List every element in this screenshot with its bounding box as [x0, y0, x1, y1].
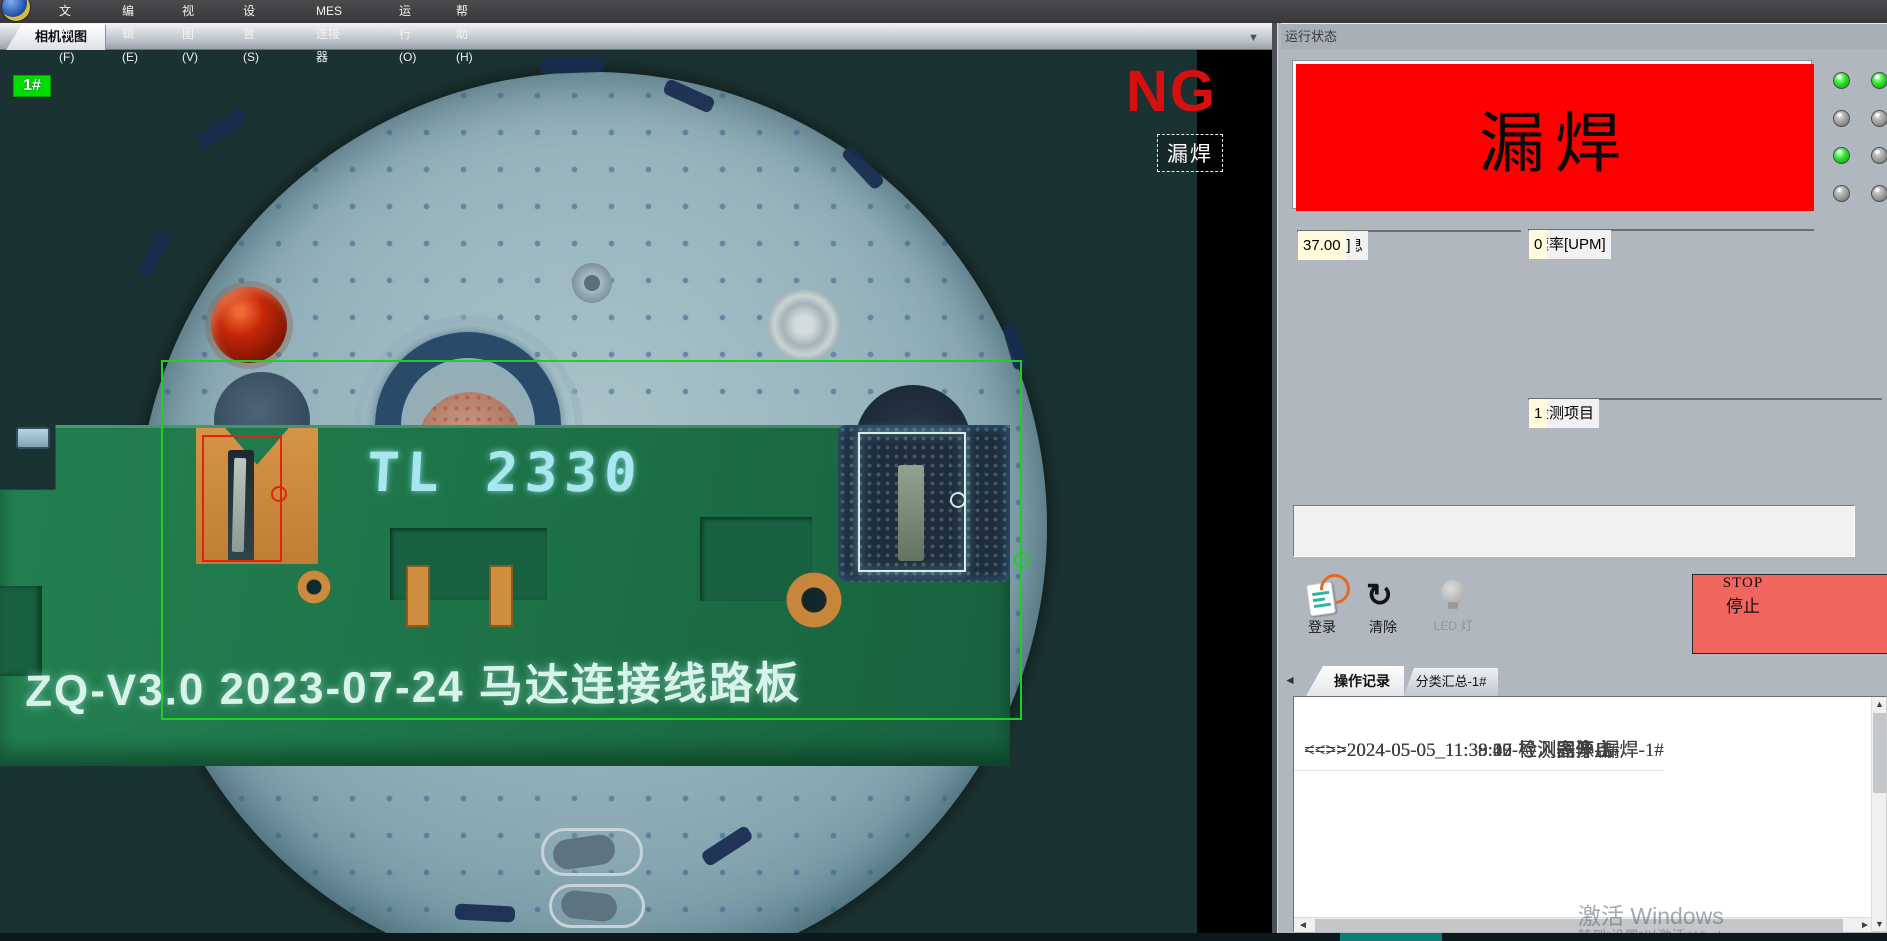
status-panel-title: 运行状态: [1281, 23, 1887, 49]
edge-component: [16, 427, 50, 449]
roi-handle: [1014, 552, 1030, 568]
scrollbar-thumb[interactable]: [1873, 713, 1886, 793]
alarm-text: 漏焊: [1296, 64, 1814, 211]
roi-handle: [271, 486, 287, 502]
menu-item-5[interactable]: MES连接器: [312, 0, 346, 69]
camera-id-badge: 1#: [13, 75, 51, 97]
status-led-on: [1833, 147, 1850, 164]
led-button[interactable]: LED 灯: [1423, 617, 1483, 634]
application-window: 文件(F)编辑(E)视图(V)设置(S)MES连接器运行(O)帮助(H) 相机视…: [0, 0, 1887, 941]
tab-scroll-left-icon[interactable]: ◄: [1284, 673, 1296, 687]
camera-viewport-margin: [1197, 50, 1272, 941]
scroll-down-icon[interactable]: ▼: [1875, 919, 1884, 929]
solder-blob: [211, 287, 287, 363]
taskbar-accent: [1340, 933, 1442, 941]
tab-operation-log[interactable]: 操作记录: [1306, 666, 1404, 696]
stop-button-label-en: STOP: [1693, 575, 1793, 592]
led-lamp-icon[interactable]: [1441, 580, 1465, 604]
defect-tag: 漏焊: [1157, 134, 1223, 172]
menu-item-4[interactable]: 设置(S): [239, 0, 263, 69]
chevron-down-icon[interactable]: ▼: [1248, 32, 1259, 44]
result-text: NG: [1126, 58, 1217, 125]
menu-item-1[interactable]: 文件(F): [55, 0, 78, 69]
status-panel: 运行状态 漏焊 生产信息值[%]1#[NG]3737.00 总数100良品636…: [1278, 23, 1887, 933]
login-button[interactable]: 登录: [1292, 617, 1352, 637]
taskbar-sliver: [0, 933, 1887, 941]
tab-summary[interactable]: 分类汇总-1#: [1404, 668, 1498, 696]
rim-notch: [540, 56, 605, 74]
message-box[interactable]: [1293, 505, 1855, 557]
menu-item-6[interactable]: 运行(O): [395, 0, 420, 69]
scroll-left-icon[interactable]: ◄: [1298, 919, 1308, 932]
status-led-on: [1871, 72, 1887, 89]
menu-bar: 文件(F)编辑(E)视图(V)设置(S)MES连接器运行(O)帮助(H): [0, 0, 1887, 23]
stop-button-label-cn: 停止: [1693, 592, 1793, 617]
menu-item-3[interactable]: 视图(V): [178, 0, 202, 69]
status-led-off: [1833, 185, 1850, 202]
log-entry: <<==2024-05-05_11:38:09-检测完毕-漏焊-1#: [1294, 734, 1664, 771]
alarm-display: 漏焊: [1292, 60, 1812, 209]
totals-table: 总数100良品6363.00不良3737.00速率[UPM]0: [1528, 229, 1814, 231]
production-table: 生产信息值[%]1#[NG]3737.00: [1297, 230, 1521, 232]
status-led-off: [1871, 110, 1887, 127]
table-cell: 0: [1529, 230, 1547, 259]
status-led-off: [1871, 185, 1887, 202]
defect-box-left: [202, 435, 282, 562]
roi-handle: [950, 492, 966, 508]
metal-pad: [768, 289, 840, 361]
run-info-table: 运行信息值程式名称523检测项目1: [1528, 398, 1882, 400]
led-lamp-base-icon: [1448, 602, 1458, 609]
table-cell: 1: [1529, 399, 1547, 428]
status-led-off: [1871, 147, 1887, 164]
app-logo-icon: [2, 0, 30, 21]
scroll-right-icon[interactable]: ►: [1860, 919, 1870, 932]
top-dimple: [572, 263, 612, 303]
clear-icon[interactable]: ↻: [1366, 576, 1393, 614]
status-led-on: [1833, 72, 1850, 89]
menu-item-2[interactable]: 编辑(E): [118, 0, 142, 69]
status-led-off: [1833, 110, 1850, 127]
stop-button[interactable]: 停止 STOP: [1692, 574, 1887, 654]
vertical-scrollbar[interactable]: ▲ ▼: [1871, 697, 1886, 931]
rim-notch: [455, 903, 516, 922]
table-cell: 37.00: [1298, 231, 1346, 260]
menu-item-7[interactable]: 帮助(H): [452, 0, 477, 69]
clear-button[interactable]: 清除: [1353, 617, 1413, 637]
scroll-up-icon[interactable]: ▲: [1875, 699, 1884, 709]
